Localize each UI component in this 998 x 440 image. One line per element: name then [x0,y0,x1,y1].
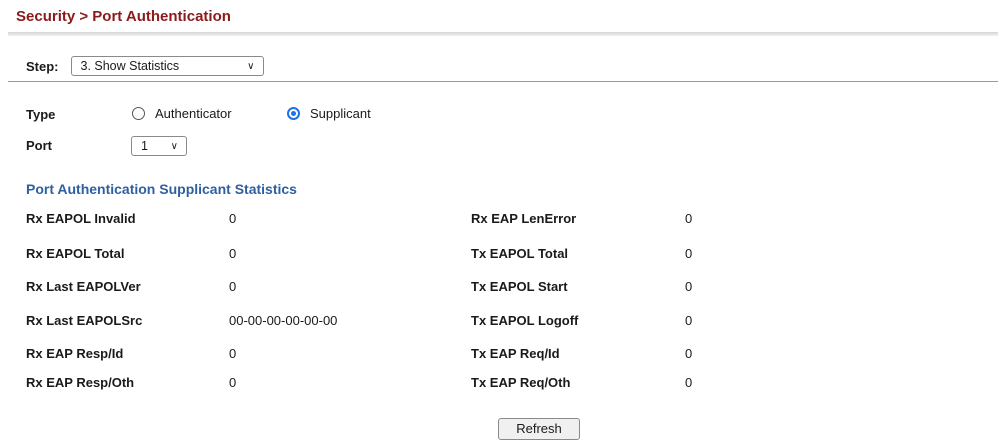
stat-value: 0 [229,246,237,261]
stat-value: 0 [685,246,693,261]
section-divider [8,81,998,82]
stat-value: 0 [685,375,693,390]
type-label: Type [26,107,56,122]
radio-supplicant-circle[interactable] [287,107,300,120]
step-select[interactable]: 3. Show Statistics ∨ [70,56,264,76]
chevron-down-icon: ∨ [247,60,255,72]
stat-value: 0 [685,279,693,294]
stat-label: Rx Last EAPOLSrc [26,313,143,328]
radio-authenticator-label: Authenticator [155,106,232,121]
stats-section-title: Port Authentication Supplicant Statistic… [26,181,297,197]
step-label: Step: [26,58,59,74]
stat-label: Rx Last EAPOLVer [26,279,141,294]
stat-label: Rx EAPOL Total [26,246,125,261]
radio-authenticator[interactable]: Authenticator [132,106,232,121]
stat-value: 00-00-00-00-00-00 [229,313,338,328]
radio-supplicant-label: Supplicant [310,106,371,121]
stat-value: 0 [685,313,693,328]
stat-label: Rx EAP LenError [471,211,577,226]
stat-value: 0 [229,279,237,294]
stat-value: 0 [229,375,237,390]
stat-label: Rx EAP Resp/Oth [26,375,135,390]
page-title: Security > Port Authentication [16,8,231,25]
stat-value: 0 [685,211,693,226]
port-select[interactable]: 1 ∨ [131,136,187,156]
stat-value: 0 [229,346,237,361]
stat-value: 0 [229,211,237,226]
stat-label: Rx EAP Resp/Id [26,346,124,361]
step-row: Step: 3. Show Statistics ∨ [26,56,264,76]
radio-authenticator-circle[interactable] [132,107,145,120]
stat-label: Tx EAP Req/Id [471,346,560,361]
refresh-button[interactable]: Refresh [498,418,580,440]
stat-value: 0 [685,346,693,361]
radio-supplicant[interactable]: Supplicant [287,106,371,121]
port-label: Port [26,138,52,153]
stat-label: Tx EAPOL Total [471,246,569,261]
stat-label: Tx EAPOL Logoff [471,313,579,328]
chevron-down-icon: ∨ [170,140,178,152]
stat-label: Rx EAPOL Invalid [26,211,136,226]
step-select-value: 3. Show Statistics [80,59,180,73]
stat-label: Tx EAPOL Start [471,279,568,294]
stat-label: Tx EAP Req/Oth [471,375,571,390]
title-divider [8,32,998,36]
port-select-value: 1 [141,139,148,153]
